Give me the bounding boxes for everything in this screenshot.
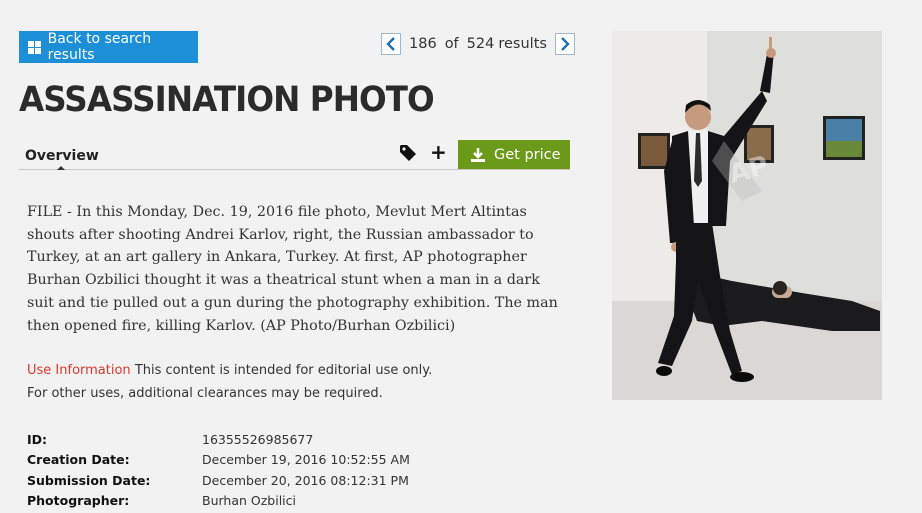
metadata-row: Photographer: Burhan Ozbilici (27, 491, 410, 512)
use-information-link[interactable]: Use Information (27, 363, 131, 378)
photo-description: FILE - In this Monday, Dec. 19, 2016 fil… (27, 204, 558, 334)
tab-overview[interactable]: Overview (25, 148, 99, 164)
metadata-row: ID: 16355526985677 (27, 429, 410, 450)
back-button-label: Back to search results (47, 31, 152, 63)
total-results: 524 (466, 36, 495, 52)
chevron-right-icon (561, 37, 570, 51)
use-information: Use Information This content is intended… (27, 360, 432, 405)
get-price-label: Get price (494, 146, 561, 163)
download-icon (471, 147, 485, 162)
tag-icon[interactable] (399, 144, 417, 162)
use-information-line2: For other uses, additional clearances ma… (27, 385, 383, 401)
plus-icon[interactable]: + (430, 141, 447, 163)
next-result-button[interactable] (554, 33, 575, 55)
metadata-value: Burhan Ozbilici (202, 493, 296, 509)
metadata-key: Submission Date: (27, 472, 151, 488)
page-title: ASSASSINATION PHOTO (19, 80, 435, 120)
metadata-value: December 20, 2016 08:12:31 PM (202, 472, 409, 488)
result-pager: 186 of 524 results (381, 32, 575, 56)
metadata-table: ID: 16355526985677 Creation Date: Decemb… (27, 429, 410, 511)
get-price-button[interactable]: Get price (458, 140, 570, 169)
metadata-key: ID: (27, 431, 48, 447)
previous-result-button[interactable] (381, 33, 401, 55)
tab-divider (19, 169, 570, 170)
use-information-line1: This content is intended for editorial u… (134, 363, 433, 378)
metadata-key: Creation Date: (27, 452, 130, 468)
chevron-left-icon (386, 37, 395, 51)
metadata-row: Submission Date: December 20, 2016 08:12… (27, 470, 410, 491)
current-result-number: 186 (409, 36, 437, 52)
grid-icon (28, 40, 41, 54)
metadata-value: 16355526985677 (202, 431, 314, 447)
back-to-search-results-button[interactable]: Back to search results (19, 31, 198, 63)
news-photo[interactable]: AP (612, 31, 882, 400)
results-label: results (498, 36, 547, 52)
metadata-row: Creation Date: December 19, 2016 10:52:5… (27, 450, 410, 471)
of-label: of (444, 36, 459, 52)
active-tab-indicator (57, 166, 65, 170)
metadata-key: Photographer: (27, 493, 130, 509)
metadata-value: December 19, 2016 10:52:55 AM (202, 452, 410, 468)
